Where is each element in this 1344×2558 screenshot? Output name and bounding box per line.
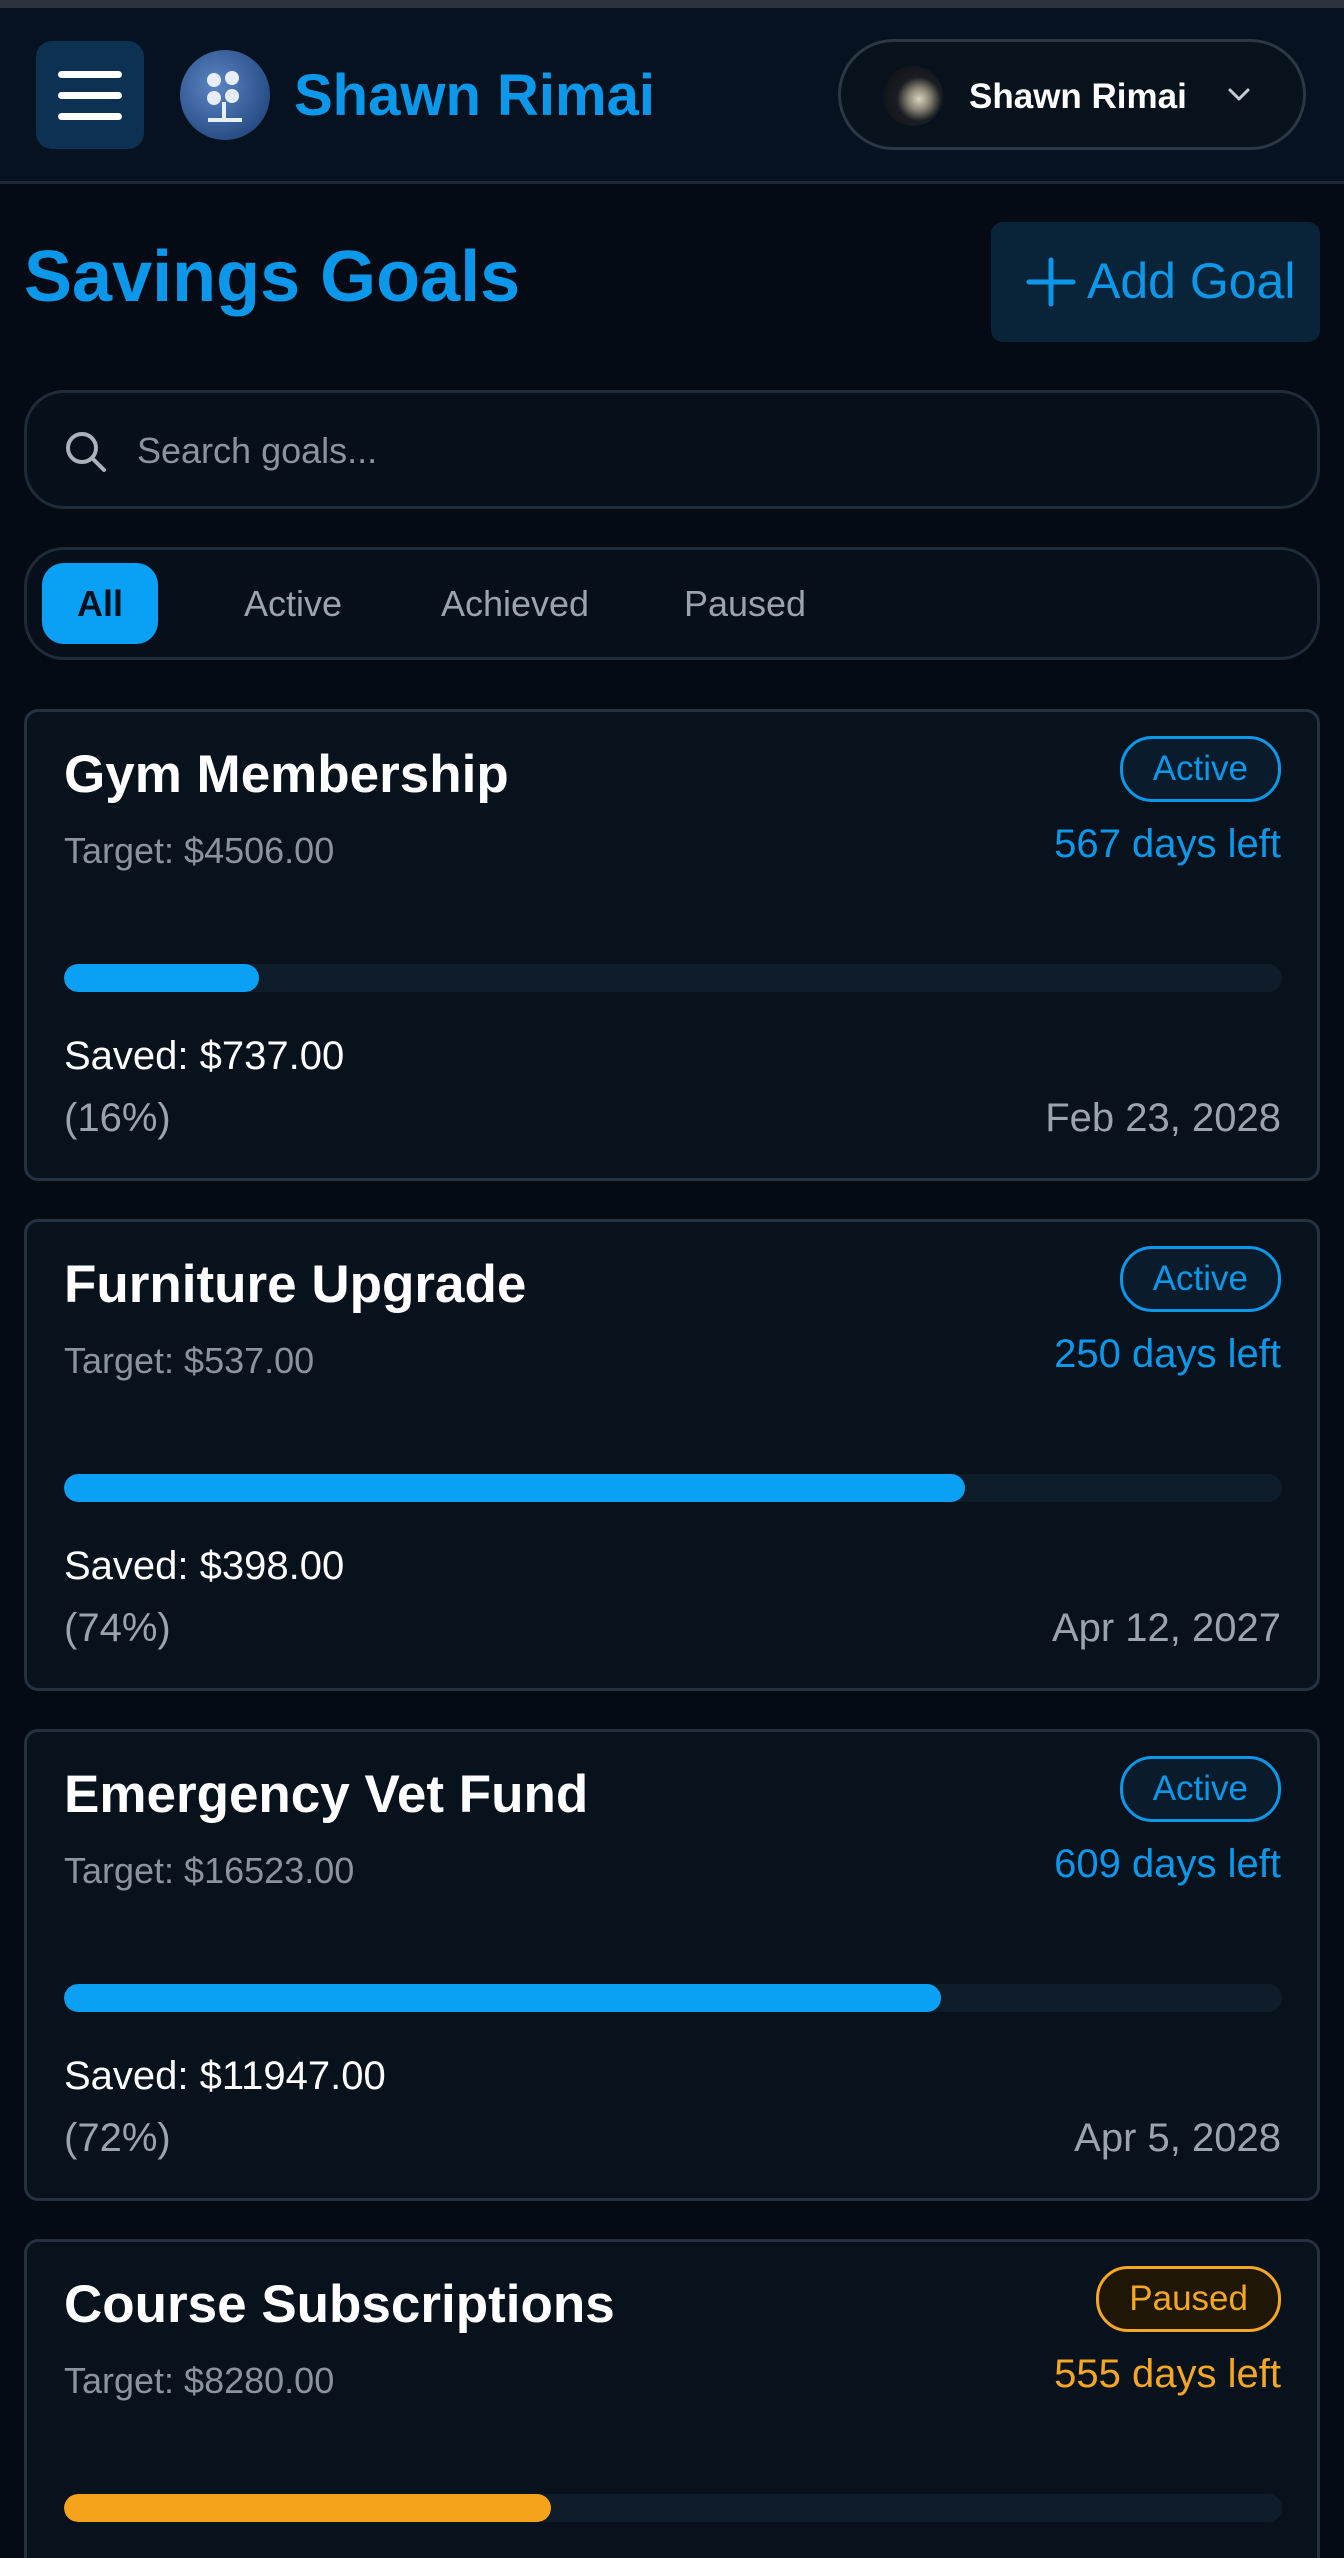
goal-date: Feb 23, 2028	[1045, 1096, 1281, 1140]
progress-fill	[64, 1984, 941, 2012]
filter-tab-achieved[interactable]: Achieved	[402, 563, 628, 644]
goal-percent: (74%)	[64, 1606, 171, 1650]
goal-name: Furniture Upgrade	[64, 1255, 527, 1314]
user-name: Shawn Rimai	[969, 77, 1187, 116]
search-input[interactable]	[135, 415, 1279, 487]
goal-target: Target: $16523.00	[64, 1850, 355, 1891]
status-badge: Active	[1119, 1756, 1281, 1822]
progress-bar	[64, 1984, 1282, 2012]
status-badge: Active	[1119, 736, 1281, 802]
progress-fill	[64, 2494, 552, 2522]
goal-percent: (16%)	[64, 1096, 171, 1140]
filter-tab-active[interactable]: Active	[200, 563, 386, 644]
goal-saved: Saved: $737.00	[64, 1034, 345, 1078]
goal-percent: (72%)	[64, 2116, 171, 2160]
progress-fill	[64, 1474, 966, 1502]
hamburger-menu-icon	[58, 71, 122, 78]
goal-saved: Saved: $11947.00	[64, 2054, 386, 2098]
plus-icon	[1026, 257, 1076, 307]
add-goal-button[interactable]: Add Goal	[991, 222, 1320, 342]
brand-logo[interactable]	[180, 50, 270, 140]
days-left: 567 days left	[1054, 822, 1281, 866]
progress-bar	[64, 2494, 1282, 2522]
days-left: 250 days left	[1054, 1332, 1281, 1376]
progress-bar	[64, 1474, 1282, 1502]
days-left: 555 days left	[1054, 2352, 1281, 2396]
progress-fill	[64, 964, 259, 992]
add-goal-label: Add Goal	[1087, 253, 1296, 309]
coins-icon	[207, 71, 242, 122]
goal-target: Target: $537.00	[64, 1340, 315, 1381]
goal-name: Course Subscriptions	[64, 2275, 615, 2334]
goal-card[interactable]: Emergency Vet Fund Active Target: $16523…	[24, 1729, 1320, 2201]
top-edge	[0, 0, 1344, 8]
page-title: Savings Goals	[24, 237, 521, 317]
hamburger-menu-icon	[58, 113, 122, 120]
status-badge: Active	[1119, 1246, 1281, 1312]
goal-date: Apr 5, 2028	[1074, 2116, 1281, 2160]
hamburger-menu-icon	[58, 92, 122, 99]
goal-date: Apr 12, 2027	[1051, 1606, 1281, 1650]
goal-target: Target: $8280.00	[64, 2360, 335, 2401]
goal-card[interactable]: Course Subscriptions Paused Target: $828…	[24, 2239, 1320, 2558]
app-header: Shawn Rimai Shawn Rimai	[0, 8, 1344, 184]
filter-tab-all[interactable]: All	[42, 563, 158, 644]
filter-tab-paused[interactable]: Paused	[644, 563, 846, 644]
status-badge: Paused	[1096, 2266, 1281, 2332]
goal-saved: Saved: $398.00	[64, 1544, 345, 1588]
search-box	[24, 390, 1320, 509]
goal-target: Target: $4506.00	[64, 830, 335, 871]
search-icon	[66, 432, 106, 472]
user-menu-button[interactable]: Shawn Rimai	[838, 39, 1306, 150]
brand-name[interactable]: Shawn Rimai	[294, 62, 655, 129]
goal-card[interactable]: Gym Membership Active Target: $4506.00 5…	[24, 709, 1320, 1181]
days-left: 609 days left	[1054, 1842, 1281, 1886]
goal-name: Emergency Vet Fund	[64, 1765, 589, 1824]
menu-button[interactable]	[36, 41, 144, 149]
user-avatar	[883, 66, 943, 126]
chevron-down-icon	[1228, 88, 1250, 101]
goal-name: Gym Membership	[64, 745, 509, 804]
progress-bar	[64, 964, 1282, 992]
goal-card[interactable]: Furniture Upgrade Active Target: $537.00…	[24, 1219, 1320, 1691]
filter-tabs: All Active Achieved Paused	[24, 547, 1320, 660]
